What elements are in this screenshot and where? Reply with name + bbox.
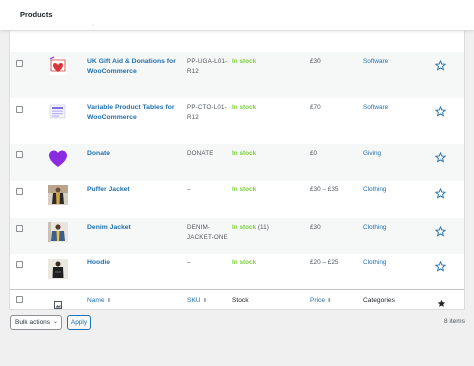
column-sku-label: SKU [187, 297, 201, 304]
product-sku: – [187, 259, 191, 266]
hoodie-thumbnail[interactable] [48, 259, 68, 279]
product-category-link[interactable]: Software [363, 103, 388, 113]
row-checkbox[interactable] [16, 151, 23, 158]
product-sku: – [187, 186, 191, 193]
product-stock: In stock [232, 103, 256, 113]
product-price: £70 [310, 104, 321, 111]
sort-by-sku[interactable]: SKU ⬍ [187, 296, 207, 306]
product-sku: DENIM-JACKET-ONE [187, 224, 228, 241]
star-icon[interactable] [434, 224, 447, 237]
product-sku: PP-CTO-L01-R12 [187, 104, 227, 121]
star-icon[interactable] [434, 58, 447, 71]
product-name-link[interactable]: Puffer Jacket [87, 185, 179, 195]
row-checkbox[interactable] [16, 261, 23, 268]
sort-by-name[interactable]: Name ⬍ [87, 296, 111, 306]
product-stock: In stock (11) [232, 223, 269, 233]
stock-qty: (11) [256, 224, 269, 231]
column-name-label: Name [87, 297, 105, 304]
product-sku: PP-UGA-L01-R12 [187, 58, 228, 75]
product-name-link[interactable]: Denim Jacket [87, 223, 179, 233]
product-name-link[interactable]: Variable Product Tables for WooCommerce [87, 103, 179, 123]
stock-status: In stock [232, 104, 257, 111]
product-category-link[interactable]: Clothing [363, 258, 386, 268]
row-checkbox[interactable] [16, 60, 23, 67]
star-icon[interactable] [434, 104, 447, 117]
header-partial: · [92, 22, 95, 29]
sort-icon: ⬍ [202, 298, 208, 304]
product-stock: In stock [232, 258, 256, 268]
product-price: £30 [310, 224, 321, 231]
gift-aid-thumbnail[interactable] [48, 56, 68, 76]
row-checkbox[interactable] [16, 106, 23, 113]
image-icon [54, 296, 62, 309]
table-row[interactable]: Donate DONATE In stock £0 Giving [10, 144, 464, 181]
product-category-link[interactable]: Clothing [363, 223, 386, 233]
table-row[interactable]: UK Gift Aid & Donations for WooCommerce … [10, 52, 464, 98]
items-count: 8 items [444, 318, 465, 325]
denim-jacket-thumbnail[interactable] [48, 222, 68, 242]
page-header: Products · [0, 0, 474, 30]
product-stock: In stock [232, 149, 256, 159]
column-stock-label: Stock [232, 297, 249, 304]
product-category-link[interactable]: Software [363, 57, 388, 67]
product-category-link[interactable]: Giving [363, 149, 381, 159]
product-price: £0 [310, 150, 318, 157]
table-footer-header: Name ⬍ SKU ⬍ Stock Price ⬍ Categories [10, 289, 464, 309]
select-all-checkbox[interactable] [16, 296, 23, 303]
sort-icon: ⬍ [327, 298, 332, 304]
featured-star-icon[interactable] [437, 295, 446, 307]
product-name-link[interactable]: Hoodie [87, 258, 179, 268]
page-title: Products [20, 10, 53, 19]
star-icon[interactable] [434, 150, 447, 163]
bulk-actions-label: Bulk actions [15, 319, 51, 326]
chevron-down-icon: ⌄ [52, 319, 58, 325]
product-price: £20 – £25 [310, 259, 339, 266]
product-price: £30 – £35 [310, 186, 339, 193]
product-stock: In stock [232, 185, 256, 195]
product-name-link[interactable]: Donate [87, 149, 179, 159]
table-row[interactable]: Puffer Jacket – In stock £30 – £35 Cloth… [10, 181, 464, 218]
sort-icon: ⬍ [106, 298, 112, 304]
purple-heart-thumbnail[interactable] [48, 149, 68, 169]
star-icon[interactable] [434, 186, 447, 199]
table-row[interactable]: Denim Jacket DENIM-JACKET-ONE In stock (… [10, 218, 464, 254]
stock-status: In stock [232, 224, 257, 231]
product-price: £30 [310, 58, 321, 65]
products-table: UK Gift Aid & Donations for WooCommerce … [9, 31, 465, 310]
stock-status: In stock [232, 186, 257, 193]
puffer-jacket-thumbnail[interactable] [48, 185, 68, 205]
product-sku: DONATE [187, 150, 214, 157]
column-categories-label: Categories [363, 297, 395, 304]
product-name-link[interactable]: UK Gift Aid & Donations for WooCommerce [87, 57, 179, 77]
product-stock: In stock [232, 57, 256, 67]
stock-status: In stock [232, 259, 257, 266]
bulk-actions-select[interactable]: Bulk actions ⌄ [10, 315, 62, 330]
stock-status: In stock [232, 150, 257, 157]
stock-status: In stock [232, 58, 257, 65]
star-icon[interactable] [434, 259, 447, 272]
sort-by-price[interactable]: Price ⬍ [310, 296, 332, 306]
table-product-thumbnail[interactable] [48, 102, 68, 122]
product-category-link[interactable]: Clothing [363, 185, 386, 195]
column-price-label: Price [310, 297, 326, 304]
row-checkbox[interactable] [16, 225, 23, 232]
apply-button[interactable]: Apply [67, 315, 91, 330]
table-row[interactable]: Variable Product Tables for WooCommerce … [10, 98, 464, 144]
table-row[interactable]: Hoodie – In stock £20 – £25 Clothing [10, 254, 464, 289]
row-checkbox[interactable] [16, 188, 23, 195]
